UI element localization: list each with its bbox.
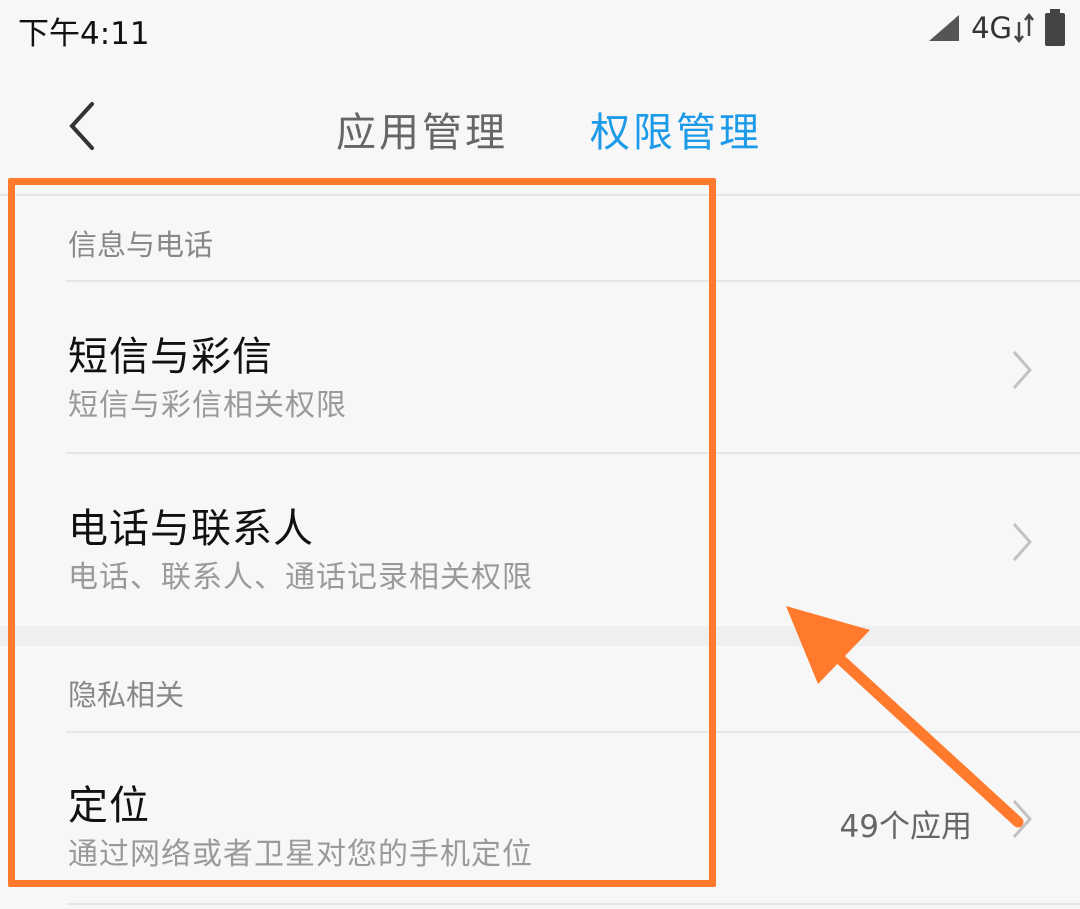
- list-item-subtitle: 短信与彩信相关权限: [68, 388, 347, 423]
- chevron-right-icon: [1012, 800, 1033, 838]
- status-time: 下午4:11: [18, 16, 150, 52]
- signal-icon: [929, 15, 960, 41]
- section-separator: [0, 626, 1080, 646]
- chevron-right-icon: [1012, 351, 1033, 389]
- status-icons: 4G: [927, 8, 1066, 48]
- back-button[interactable]: [56, 94, 116, 158]
- status-bar: 下午4:11 4G: [0, 0, 1080, 60]
- chevron-left-icon: [69, 102, 94, 150]
- chevron-right-icon: [1012, 523, 1033, 561]
- list-item-subtitle: 电话、联系人、通话记录相关权限: [68, 560, 533, 595]
- network-type: 4G: [971, 11, 1012, 45]
- title-bar: 应用管理 权限管理: [0, 70, 1080, 180]
- list-item-title: 定位: [68, 783, 150, 829]
- list-item-subtitle: 通过网络或者卫星对您的手机定位: [68, 837, 533, 872]
- divider: [66, 903, 1080, 905]
- battery-icon: [1045, 9, 1065, 46]
- section-header-messages-phone: 信息与电话: [68, 228, 214, 262]
- list-item-title: 短信与彩信: [68, 334, 273, 380]
- list-item-title: 电话与联系人: [68, 506, 314, 552]
- tab-app-management[interactable]: 应用管理: [336, 100, 508, 158]
- list-item-sms-mms[interactable]: 短信与彩信 短信与彩信相关权限: [0, 282, 1080, 452]
- list-item-phone-contacts[interactable]: 电话与联系人 电话、联系人、通话记录相关权限: [0, 454, 1080, 624]
- list-item-location[interactable]: 定位 通过网络或者卫星对您的手机定位 49个应用: [0, 733, 1080, 903]
- title-divider: [0, 194, 1080, 196]
- data-arrows-icon: [1014, 12, 1034, 44]
- section-header-privacy: 隐私相关: [68, 678, 185, 712]
- app-count: 49个应用: [839, 809, 972, 845]
- tab-permission-management[interactable]: 权限管理: [590, 100, 762, 158]
